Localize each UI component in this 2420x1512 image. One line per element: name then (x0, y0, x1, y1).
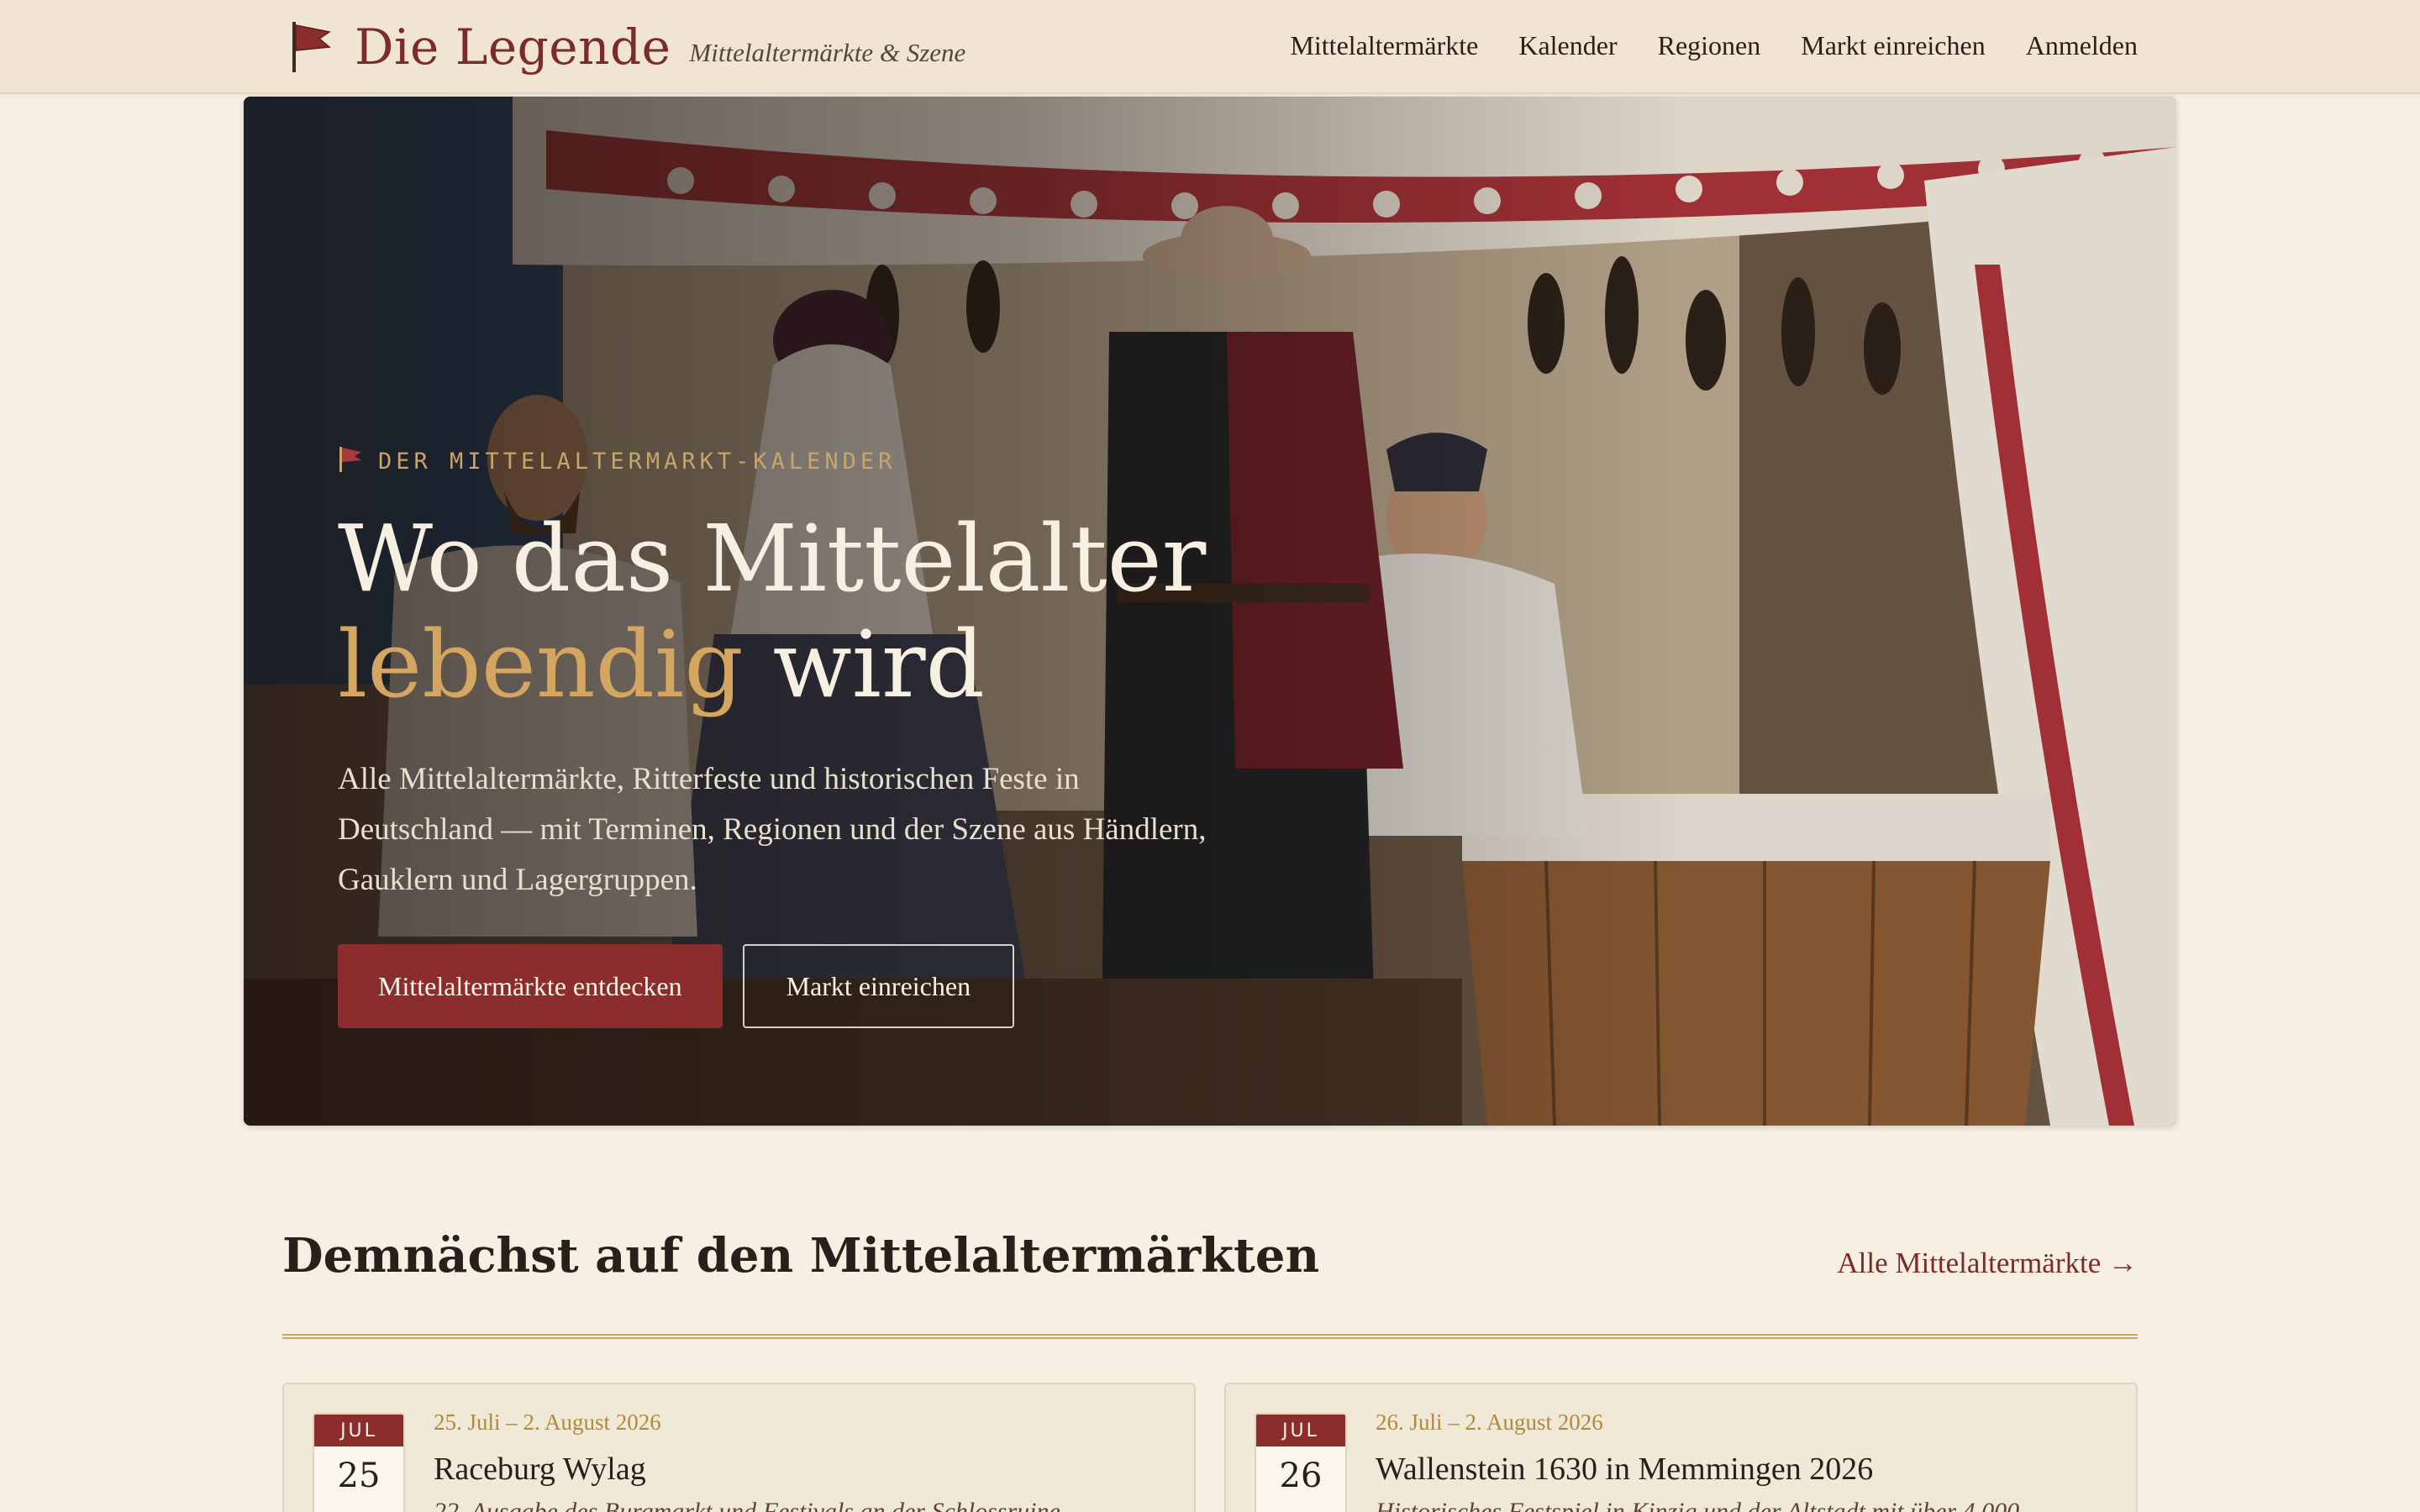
hero-banner: DER MITTELALTERMARKT-KALENDER Wo das Mit… (244, 97, 2176, 1126)
hero-description: Alle Mittelaltermärkte, Ritterfeste und … (338, 762, 1207, 897)
event-card[interactable]: JUL 26 26. Juli – 2. August 2026 Wallens… (1224, 1383, 2138, 1512)
submit-market-button[interactable]: Markt einreichen (742, 944, 1015, 1028)
hero-content: DER MITTELALTERMARKT-KALENDER Wo das Mit… (338, 445, 1346, 1028)
section-title: Demnächst auf den Mittelaltermärkten (282, 1228, 1320, 1284)
event-dates: 25. Juli – 2. August 2026 (434, 1410, 661, 1435)
pennant-flag-icon (289, 20, 333, 74)
brand-subtitle: Mittelaltermärkte & Szene (689, 38, 966, 67)
date-month: JUL (1256, 1415, 1345, 1446)
date-day: 26 (1279, 1457, 1323, 1495)
event-body: 25. Juli – 2. August 2026 Raceburg Wylag… (434, 1410, 1169, 1512)
date-month: JUL (314, 1415, 403, 1446)
event-title[interactable]: Wallenstein 1630 in Memmingen 2026 (1376, 1451, 2111, 1488)
nav-item-anmelden[interactable]: Anmelden (2026, 24, 2138, 67)
discover-markets-button[interactable]: Mittelaltermärkte entdecken (338, 944, 723, 1028)
event-body: 26. Juli – 2. August 2026 Wallenstein 16… (1376, 1410, 2111, 1512)
all-markets-link[interactable]: Alle Mittelaltermärkte → (1837, 1247, 2138, 1280)
hero-title: Wo das Mittelalter lebendig wird (338, 506, 1346, 717)
brand-title: Die Legende (355, 18, 671, 76)
nav-item-markt-einreichen[interactable]: Markt einreichen (1801, 24, 1985, 67)
brand[interactable]: Die Legende Mittelaltermärkte & Szene (289, 13, 965, 81)
nav-item-kalender[interactable]: Kalender (1518, 24, 1617, 67)
date-day: 25 (337, 1457, 381, 1495)
date-badge: JUL 26 (1255, 1413, 1347, 1512)
event-description: Historisches Festspiel in Kinzig und der… (1376, 1498, 2042, 1512)
top-navigation-bar: Die Legende Mittelaltermärkte & Szene Mi… (0, 0, 2420, 94)
hero-eyebrow: DER MITTELALTERMARKT-KALENDER (338, 445, 1346, 477)
nav-item-regionen[interactable]: Regionen (1658, 24, 1761, 67)
pennant-flag-icon (338, 445, 363, 477)
main-nav: Mittelaltermärkte Kalender Regionen Mark… (1290, 24, 2138, 67)
hero-title-line1: Wo das Mittelalter (338, 505, 1207, 612)
hero-title-rest: wird (743, 611, 985, 718)
hero-title-accent: lebendig (338, 611, 744, 718)
event-list: JUL 25 25. Juli – 2. August 2026 Racebur… (282, 1383, 2138, 1512)
event-description: 22. Ausgabe des Burgmarkt und Festivals … (434, 1498, 1083, 1512)
upcoming-section-header: Demnächst auf den Mittelaltermärkten All… (282, 1228, 2138, 1295)
hero-buttons: Mittelaltermärkte entdecken Markt einrei… (338, 944, 1346, 1028)
event-card[interactable]: JUL 25 25. Juli – 2. August 2026 Racebur… (282, 1383, 1196, 1512)
date-badge: JUL 25 (313, 1413, 405, 1512)
section-divider (282, 1334, 2138, 1339)
nav-item-mittelaltermaerkte[interactable]: Mittelaltermärkte (1290, 24, 1478, 67)
event-title[interactable]: Raceburg Wylag (434, 1451, 1169, 1488)
event-dates: 26. Juli – 2. August 2026 (1376, 1410, 1603, 1435)
hero-eyebrow-text: DER MITTELALTERMARKT-KALENDER (378, 448, 897, 475)
